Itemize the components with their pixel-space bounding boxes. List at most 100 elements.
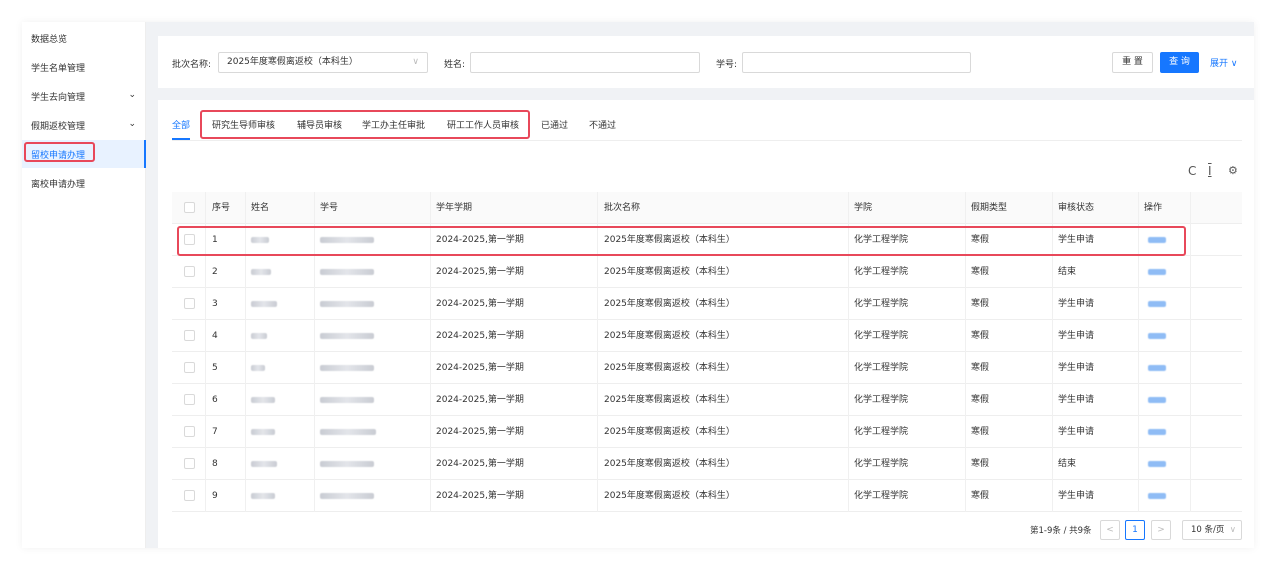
density-icon[interactable]: I [1208,164,1212,178]
tab-active-indicator [172,138,190,140]
column-divider [245,384,246,416]
column-divider [1138,192,1139,224]
column-divider [314,480,315,512]
row-action-link[interactable] [1148,461,1166,467]
column-divider [1190,448,1191,480]
sidebar-item-holiday-return[interactable]: 假期返校管理 ⌄ [22,111,146,139]
batch-label: 批次名称: [172,60,212,70]
tab-supervisor-review[interactable]: 研究生导师审核 [212,118,275,131]
column-divider [965,384,966,416]
row-checkbox[interactable] [184,458,195,469]
column-divider [245,480,246,512]
table-row[interactable]: 9 2024-2025,第一学期 2025年度寒假离返校（本科生） 化学工程学院 寒假 学… [172,480,1242,512]
query-button[interactable]: 查 询 [1160,52,1199,73]
page-size-select[interactable]: 10 条/页 ∨ [1182,520,1242,540]
column-divider [430,224,431,256]
pagination-page-1[interactable]: 1 [1125,520,1145,540]
row-term: 2024-2025,第一学期 [436,363,524,373]
column-divider [965,256,966,288]
column-divider [245,416,246,448]
row-checkbox[interactable] [184,234,195,245]
row-action-link[interactable] [1148,301,1166,307]
table-row[interactable]: 3 2024-2025,第一学期 2025年度寒假离返校（本科生） 化学工程学院 寒假 学… [172,288,1242,320]
table-row[interactable]: 2 2024-2025,第一学期 2025年度寒假离返校（本科生） 化学工程学院 寒假 结… [172,256,1242,288]
row-action-link[interactable] [1148,429,1166,435]
table-row[interactable]: 8 2024-2025,第一学期 2025年度寒假离返校（本科生） 化学工程学院 寒假 结… [172,448,1242,480]
expand-link[interactable]: 展开 ∨ [1210,56,1237,69]
row-checkbox[interactable] [184,330,195,341]
chevron-down-icon: ⌄ [128,119,136,129]
row-term: 2024-2025,第一学期 [436,459,524,469]
sidebar: 数据总览 学生名单管理 学生去向管理 ⌄ 假期返校管理 ⌄ 留校申请办理 离校申请办… [22,22,146,548]
table-row[interactable]: 4 2024-2025,第一学期 2025年度寒假离返校（本科生） 化学工程学院 寒假 学… [172,320,1242,352]
pagination-next-button[interactable]: > [1151,520,1171,540]
row-action-link[interactable] [1148,269,1166,275]
settings-icon[interactable]: ⚙ [1228,164,1238,177]
redacted-student-id [320,237,374,243]
tab-passed[interactable]: 已通过 [541,118,568,131]
column-divider [430,352,431,384]
row-action-link[interactable] [1148,333,1166,339]
tabs-divider [172,140,1242,141]
tab-director-approval[interactable]: 学工办主任审批 [362,118,425,131]
sidebar-item-student-destination[interactable]: 学生去向管理 ⌄ [22,82,146,110]
column-divider [314,256,315,288]
tab-all[interactable]: 全部 [172,118,190,131]
column-divider [1052,384,1053,416]
column-divider [965,416,966,448]
column-divider [245,192,246,224]
row-checkbox[interactable] [184,266,195,277]
refresh-icon[interactable]: C [1188,164,1196,178]
tab-rejected[interactable]: 不通过 [589,118,616,131]
name-label: 姓名: [444,60,466,70]
column-divider [965,288,966,320]
row-batch: 2025年度寒假离返校（本科生） [604,459,735,469]
column-divider [597,192,598,224]
name-input[interactable] [470,52,700,73]
column-header-student-id: 学号 [320,203,339,213]
column-divider [205,352,206,384]
row-checkbox[interactable] [184,490,195,501]
sidebar-item-leave-application[interactable]: 离校申请办理 [22,169,146,197]
student-id-input[interactable] [742,52,971,73]
column-header-actions: 操作 [1144,203,1163,213]
column-divider [1138,288,1139,320]
row-holiday-type: 寒假 [971,267,990,277]
row-action-link[interactable] [1148,365,1166,371]
row-checkbox[interactable] [184,394,195,405]
column-divider [1190,320,1191,352]
batch-select[interactable]: 2025年度寒假离返校（本科生） ∨ [218,52,428,73]
table-row[interactable]: 7 2024-2025,第一学期 2025年度寒假离返校（本科生） 化学工程学院 寒假 学… [172,416,1242,448]
row-action-link[interactable] [1148,397,1166,403]
tab-staff-review[interactable]: 研工工作人员审核 [447,118,519,131]
table-row[interactable]: 6 2024-2025,第一学期 2025年度寒假离返校（本科生） 化学工程学院 寒假 学… [172,384,1242,416]
tab-counselor-review[interactable]: 辅导员审核 [297,118,342,131]
column-divider [1190,288,1191,320]
column-divider [245,288,246,320]
row-checkbox[interactable] [184,298,195,309]
column-divider [597,224,598,256]
sidebar-item-student-list[interactable]: 学生名单管理 [22,53,146,81]
reset-button[interactable]: 重 置 [1112,52,1153,73]
sidebar-item-label: 离校申请办理 [31,179,86,190]
row-action-link[interactable] [1148,493,1166,499]
sidebar-item-stay-application[interactable]: 留校申请办理 [22,140,146,168]
row-action-link[interactable] [1148,237,1166,243]
row-status: 学生申请 [1058,299,1095,309]
row-college: 化学工程学院 [854,331,909,341]
sidebar-item-overview[interactable]: 数据总览 [22,24,146,52]
column-divider [848,288,849,320]
table-row[interactable]: 5 2024-2025,第一学期 2025年度寒假离返校（本科生） 化学工程学院 寒假 学… [172,352,1242,384]
column-header-name: 姓名 [251,203,270,213]
pagination-prev-button[interactable]: < [1100,520,1120,540]
select-all-checkbox[interactable] [184,202,195,213]
redacted-student-id [320,397,374,403]
row-checkbox[interactable] [184,362,195,373]
column-divider [848,192,849,224]
chevron-down-icon: ⌄ [128,90,136,100]
redacted-name [251,461,277,467]
column-divider [430,192,431,224]
row-checkbox[interactable] [184,426,195,437]
table-row[interactable]: 1 2024-2025,第一学期 2025年度寒假离返校（本科生） 化学工程学院 寒假 学… [172,224,1242,256]
column-header-batch: 批次名称 [604,203,641,213]
